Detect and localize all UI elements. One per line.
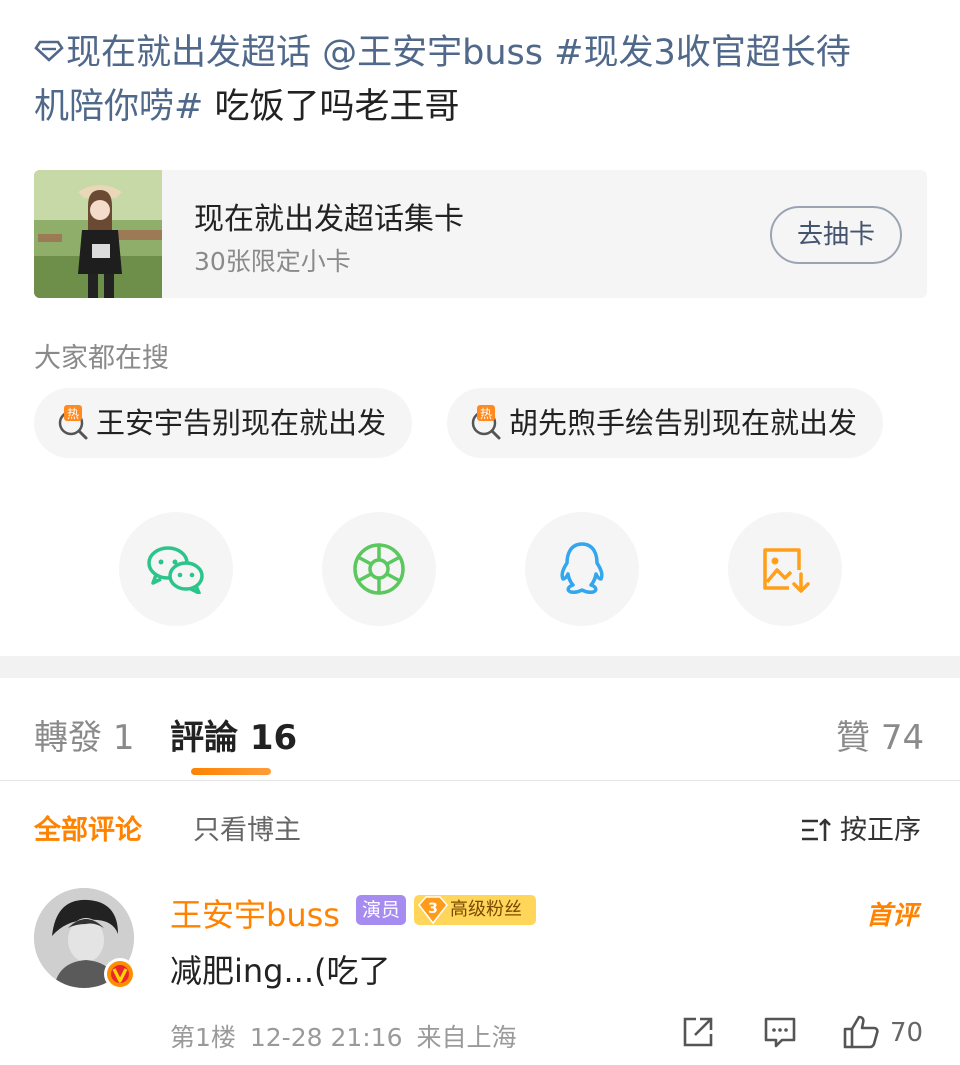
tab-repost-label: 轉發: [34, 718, 102, 758]
comment-meta: 第1楼 12-28 21:16 来自上海: [170, 1018, 516, 1054]
role-badge: 演员: [356, 895, 406, 925]
share-comment-icon[interactable]: [680, 1014, 716, 1050]
sort-label: 按正序: [840, 815, 921, 846]
comment-like-count: 70: [890, 1018, 924, 1048]
sort-order-icon: [802, 818, 831, 841]
search-chip-1[interactable]: 热 王安宇告别现在就出发: [34, 388, 413, 458]
tab-comments-label: 評論: [170, 718, 238, 758]
post-text: 现在就出发超话 @王安宇buss #现发3收官超长待机陪你唠# 吃饭了吗老王哥: [34, 26, 934, 134]
sort-button[interactable]: 按正序: [800, 808, 921, 847]
wechat-icon: [147, 546, 204, 594]
svg-text:热: 热: [67, 407, 79, 421]
svg-text:热: 热: [480, 407, 492, 421]
hot-search-icon: 热: [58, 405, 88, 440]
reply-comment-icon[interactable]: [762, 1014, 798, 1050]
svg-text:3: 3: [428, 901, 438, 917]
collect-card[interactable]: 现在就出发超话集卡 30张限定小卡 去抽卡: [34, 170, 927, 298]
share-moments-button[interactable]: [322, 512, 436, 626]
comment-username[interactable]: 王安宇buss: [170, 890, 340, 936]
tabs-divider: [0, 780, 960, 781]
share-qq-button[interactable]: [525, 512, 639, 626]
save-image-button[interactable]: [728, 512, 842, 626]
search-chip-label: 胡先煦手绘告别现在就出发: [509, 406, 858, 440]
hashtag-part-1: #现发3收官超长待: [554, 33, 851, 73]
card-thumbnail: [34, 170, 162, 298]
diamond-icon: [34, 40, 64, 62]
card-title: 现在就出发超话集卡: [194, 202, 464, 237]
section-divider: [0, 656, 960, 678]
topic-link[interactable]: 现在就出发超话: [34, 33, 311, 73]
share-wechat-button[interactable]: [119, 512, 233, 626]
card-subtitle: 30张限定小卡: [194, 247, 351, 276]
moments-icon: [353, 543, 405, 595]
post-body: 吃饭了吗老王哥: [214, 87, 460, 127]
fan-badge-label: 高级粉丝: [450, 899, 522, 920]
tab-repost[interactable]: 轉發 1: [34, 710, 134, 759]
active-tab-indicator: [191, 768, 271, 775]
comment-text: 减肥ing...(吃了: [170, 952, 391, 990]
like-comment-icon[interactable]: [842, 1014, 880, 1050]
first-comment-tag: 首评: [866, 901, 919, 931]
filter-all-comments[interactable]: 全部评论: [34, 808, 142, 847]
search-chip-label: 王安宇告别现在就出发: [96, 406, 387, 440]
tab-likes[interactable]: 贊 74: [836, 710, 924, 759]
hot-search-icon: 热: [471, 405, 501, 440]
mention-link[interactable]: @王安宇buss: [322, 33, 543, 73]
filter-author-only[interactable]: 只看博主: [193, 808, 301, 847]
topic-link-label: 现在就出发超话: [66, 33, 312, 73]
comment-floor: 第1楼: [170, 1023, 236, 1052]
fan-level-badge: 3 高级粉丝: [414, 895, 536, 925]
search-chip-2[interactable]: 热 胡先煦手绘告别现在就出发: [447, 388, 884, 458]
hashtag-part-2: 机陪你唠#: [34, 87, 204, 127]
tab-likes-count: 74: [880, 718, 925, 758]
verified-badge-icon: [104, 958, 136, 990]
comment-time: 12-28 21:16: [249, 1023, 403, 1052]
fan-level-icon: 3: [418, 896, 448, 925]
save-image-icon: [763, 548, 810, 593]
tab-likes-label: 贊: [836, 718, 870, 758]
draw-card-button[interactable]: 去抽卡: [770, 206, 902, 264]
tab-repost-count: 1: [112, 718, 135, 758]
tab-comments-count: 16: [249, 718, 298, 758]
tab-comments[interactable]: 評論 16: [170, 710, 297, 759]
search-section-label: 大家都在搜: [34, 343, 169, 374]
comment-location: 来自上海: [416, 1023, 517, 1052]
qq-icon: [560, 542, 604, 594]
